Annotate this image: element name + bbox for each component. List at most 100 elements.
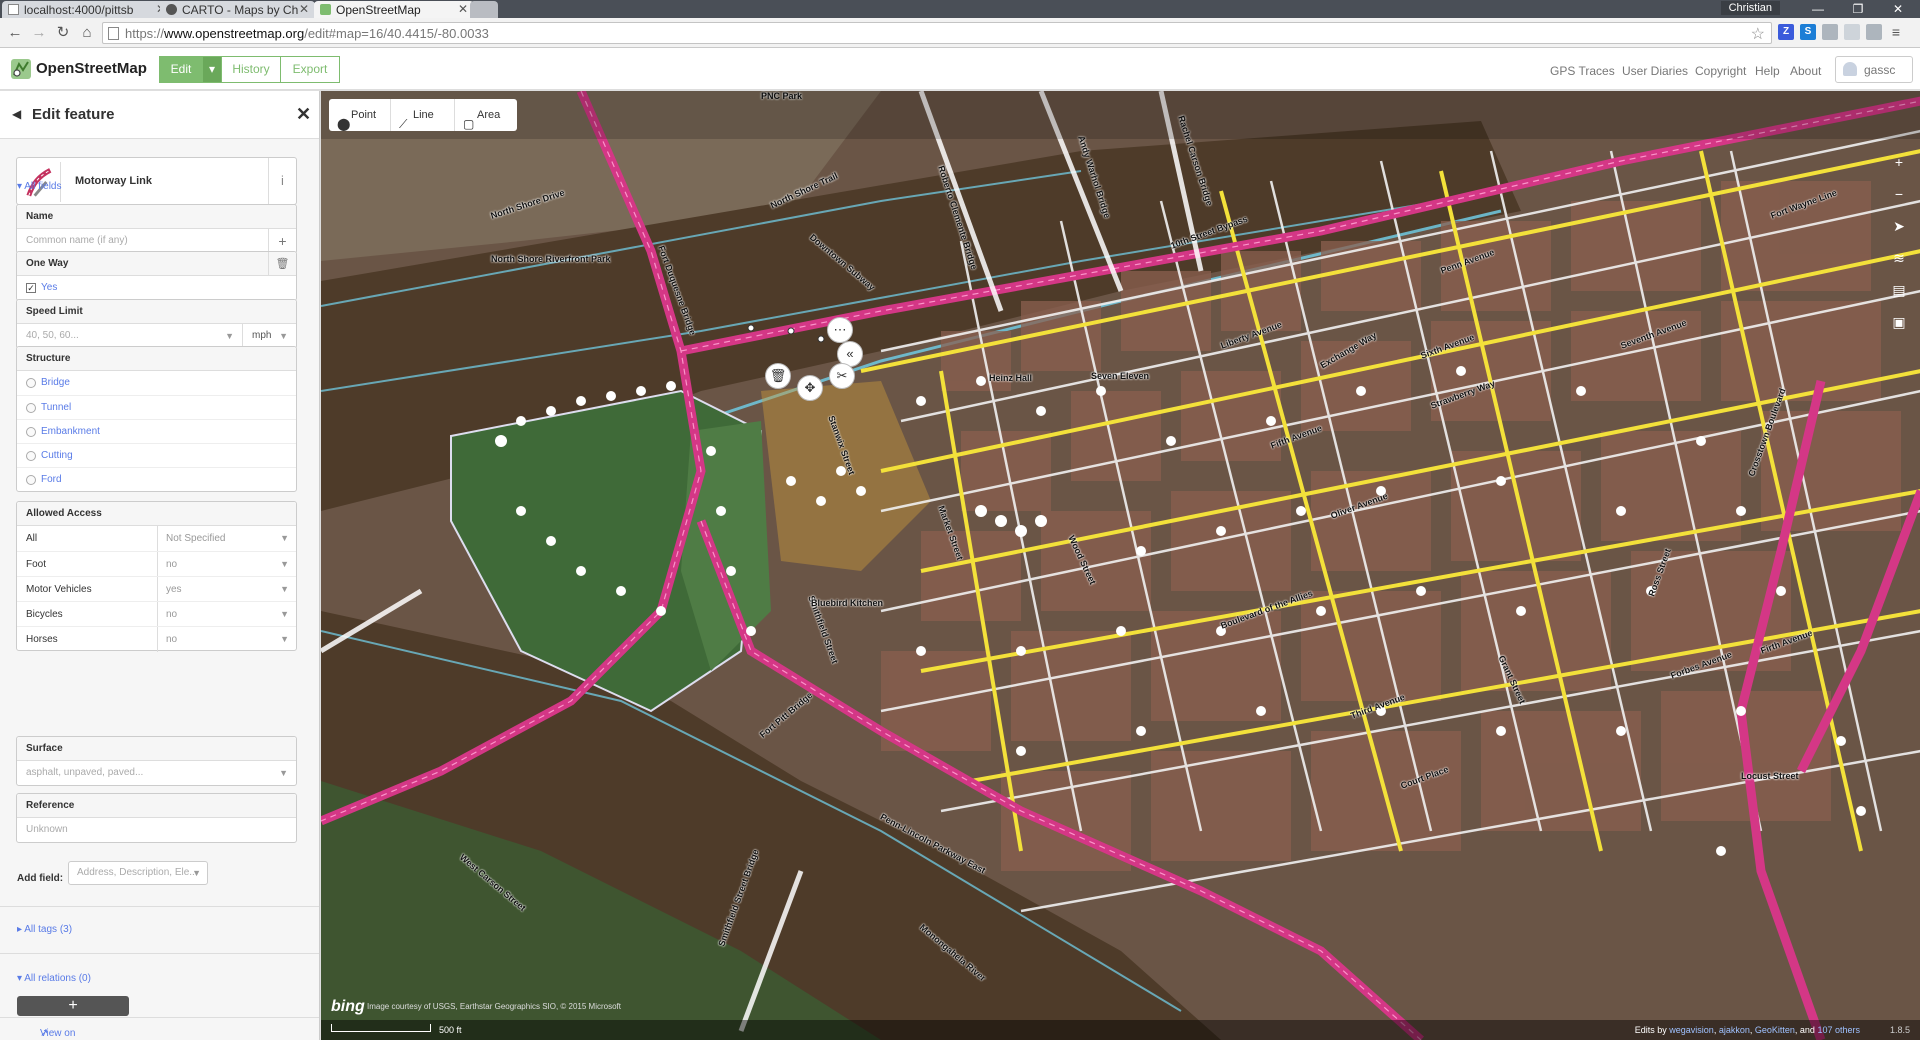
chevron-down-icon: ▼ xyxy=(192,868,201,878)
edit-button[interactable]: Edit xyxy=(159,56,203,83)
osm-logo-icon[interactable] xyxy=(10,58,32,80)
access-select[interactable]: no ▼ xyxy=(157,627,297,652)
address-bar[interactable]: https://www.openstreetmap.org/edit#map=1… xyxy=(102,22,1772,44)
browser-profile-name[interactable]: Christian xyxy=(1720,1,1780,15)
close-tab-icon[interactable]: ✕ xyxy=(299,2,309,16)
access-row-motor-vehicles: Motor Vehicles yes ▼ xyxy=(17,576,297,602)
close-icon[interactable]: ✕ xyxy=(296,104,311,125)
access-value: no xyxy=(166,609,178,620)
access-select[interactable]: no ▼ xyxy=(157,602,297,627)
add-point-button[interactable]: ⬤ Point xyxy=(329,99,391,131)
new-tab-button[interactable] xyxy=(470,1,498,18)
extension-s-icon[interactable]: S xyxy=(1800,24,1816,40)
editor-link[interactable]: wegavision xyxy=(1669,1025,1714,1035)
about-link[interactable]: About xyxy=(1790,64,1821,78)
close-window-icon[interactable]: ✕ xyxy=(1878,0,1918,18)
map-data-icon[interactable]: ▤ xyxy=(1888,279,1910,301)
extension-z-icon[interactable]: Z xyxy=(1778,24,1794,40)
carto-icon xyxy=(166,4,177,15)
info-icon[interactable]: i xyxy=(268,158,296,204)
add-localized-name-icon[interactable]: + xyxy=(268,229,296,253)
add-relation-button[interactable]: + xyxy=(17,996,129,1016)
access-select[interactable]: no ▼ xyxy=(157,552,297,577)
structure-option-ford[interactable]: Ford xyxy=(17,467,296,491)
back-arrow-icon[interactable]: ◀ xyxy=(12,107,21,121)
others-link[interactable]: 107 others xyxy=(1817,1025,1860,1035)
home-icon[interactable]: ⌂ xyxy=(76,22,98,44)
reload-icon[interactable]: ↻ xyxy=(52,22,74,44)
oneway-checkbox[interactable]: ✓ Yes xyxy=(17,276,296,300)
map-canvas[interactable]: North Shore Drive North Shore Trail Nort… xyxy=(321,91,1920,1040)
radio-icon xyxy=(26,475,36,485)
user-menu-button[interactable]: gassc xyxy=(1835,56,1913,83)
trash-icon[interactable]: 🗑 xyxy=(268,252,296,276)
editor-link[interactable]: GeoKitten xyxy=(1755,1025,1795,1035)
field-label: Surface xyxy=(17,737,296,761)
minimize-icon[interactable]: — xyxy=(1798,0,1838,18)
help-link[interactable]: Help xyxy=(1755,64,1780,78)
more-options-icon[interactable]: ⋯ xyxy=(827,317,853,343)
chevron-down-icon: ▼ xyxy=(280,584,289,594)
all-fields-toggle[interactable]: ▾ All fields xyxy=(17,181,62,192)
surface-placeholder: asphalt, unpaved, paved... xyxy=(26,767,144,778)
extension-icon[interactable] xyxy=(1844,24,1860,40)
browser-tab[interactable]: CARTO - Maps by Ch ✕ xyxy=(160,1,315,18)
add-area-button[interactable]: ▢ Area xyxy=(455,99,517,131)
option-label: Cutting xyxy=(41,450,73,461)
structure-option-tunnel[interactable]: Tunnel xyxy=(17,395,296,419)
speed-unit-select[interactable]: mph ▼ xyxy=(243,324,296,348)
name-input[interactable]: Common name (if any) xyxy=(17,229,296,253)
field-label: Name xyxy=(17,205,296,229)
speed-limit-input[interactable]: 40, 50, 60... ▼ xyxy=(17,324,243,348)
browser-tab-active[interactable]: OpenStreetMap ✕ xyxy=(314,1,474,18)
chrome-menu-icon[interactable]: ≡ xyxy=(1888,24,1904,40)
all-relations-label: All relations (0) xyxy=(24,973,91,984)
reference-input[interactable]: Unknown xyxy=(17,818,296,842)
access-label: All xyxy=(26,533,38,544)
add-line-button[interactable]: ⟋ Line xyxy=(391,99,455,131)
access-select[interactable]: Not Specified ▼ xyxy=(157,526,297,551)
all-tags-toggle[interactable]: ▸ All tags (3) xyxy=(17,924,72,935)
user-diaries-link[interactable]: User Diaries xyxy=(1622,64,1688,78)
zoom-in-icon[interactable]: + xyxy=(1888,151,1910,173)
extension-icon[interactable] xyxy=(1866,24,1882,40)
map-label: Seven Eleven xyxy=(1091,371,1150,381)
back-icon[interactable]: ← xyxy=(4,22,26,44)
editor-link[interactable]: ajakkon xyxy=(1719,1025,1750,1035)
site-title[interactable]: OpenStreetMap xyxy=(36,60,147,77)
area-icon: ▢ xyxy=(463,117,475,131)
access-value: yes xyxy=(166,584,182,595)
structure-option-cutting[interactable]: Cutting xyxy=(17,443,296,467)
maximize-icon[interactable]: ❐ xyxy=(1838,0,1878,18)
help-icon[interactable]: ▣ xyxy=(1888,311,1910,333)
geolocate-icon[interactable]: ➤ xyxy=(1888,215,1910,237)
structure-option-bridge[interactable]: Bridge xyxy=(17,371,296,395)
add-field-combo[interactable]: Address, Description, Ele... ▼ xyxy=(68,861,208,885)
history-button[interactable]: History xyxy=(221,56,281,83)
forward-icon[interactable]: → xyxy=(28,22,50,44)
url-host: www.openstreetmap.org xyxy=(164,26,305,41)
delete-icon[interactable]: 🗑 xyxy=(765,363,791,389)
map-label: Locust Street xyxy=(1741,771,1799,781)
zoom-out-icon[interactable]: − xyxy=(1888,183,1910,205)
sidebar-title: Edit feature xyxy=(32,106,115,123)
view-on-osm-link[interactable]: ↗ View on openstreetmap.org xyxy=(0,1017,319,1040)
layers-icon[interactable]: ≋ xyxy=(1888,247,1910,269)
browser-toolbar: ← → ↻ ⌂ https://www.openstreetmap.org/ed… xyxy=(0,18,1920,48)
export-button[interactable]: Export xyxy=(280,56,340,83)
url-path: /edit#map=16/40.4415/-80.0033 xyxy=(304,26,489,41)
access-select[interactable]: yes ▼ xyxy=(157,577,297,602)
preset-name: Motorway Link xyxy=(75,175,153,187)
browser-tab[interactable]: localhost:4000/pittsb ✕ xyxy=(2,1,172,18)
close-tab-icon[interactable]: ✕ xyxy=(458,2,468,16)
extension-icon[interactable] xyxy=(1822,24,1838,40)
split-icon[interactable]: ✂ xyxy=(829,363,855,389)
surface-combo[interactable]: asphalt, unpaved, paved... ▼ xyxy=(17,761,296,785)
copyright-link[interactable]: Copyright xyxy=(1695,64,1746,78)
move-icon[interactable]: ✥ xyxy=(797,375,823,401)
bookmark-star-icon[interactable]: ☆ xyxy=(1751,24,1765,44)
edit-dropdown-caret-icon[interactable]: ▾ xyxy=(202,56,222,83)
structure-option-embankment[interactable]: Embankment xyxy=(17,419,296,443)
all-relations-toggle[interactable]: ▾ All relations (0) xyxy=(17,973,91,984)
gps-traces-link[interactable]: GPS Traces xyxy=(1550,64,1615,78)
